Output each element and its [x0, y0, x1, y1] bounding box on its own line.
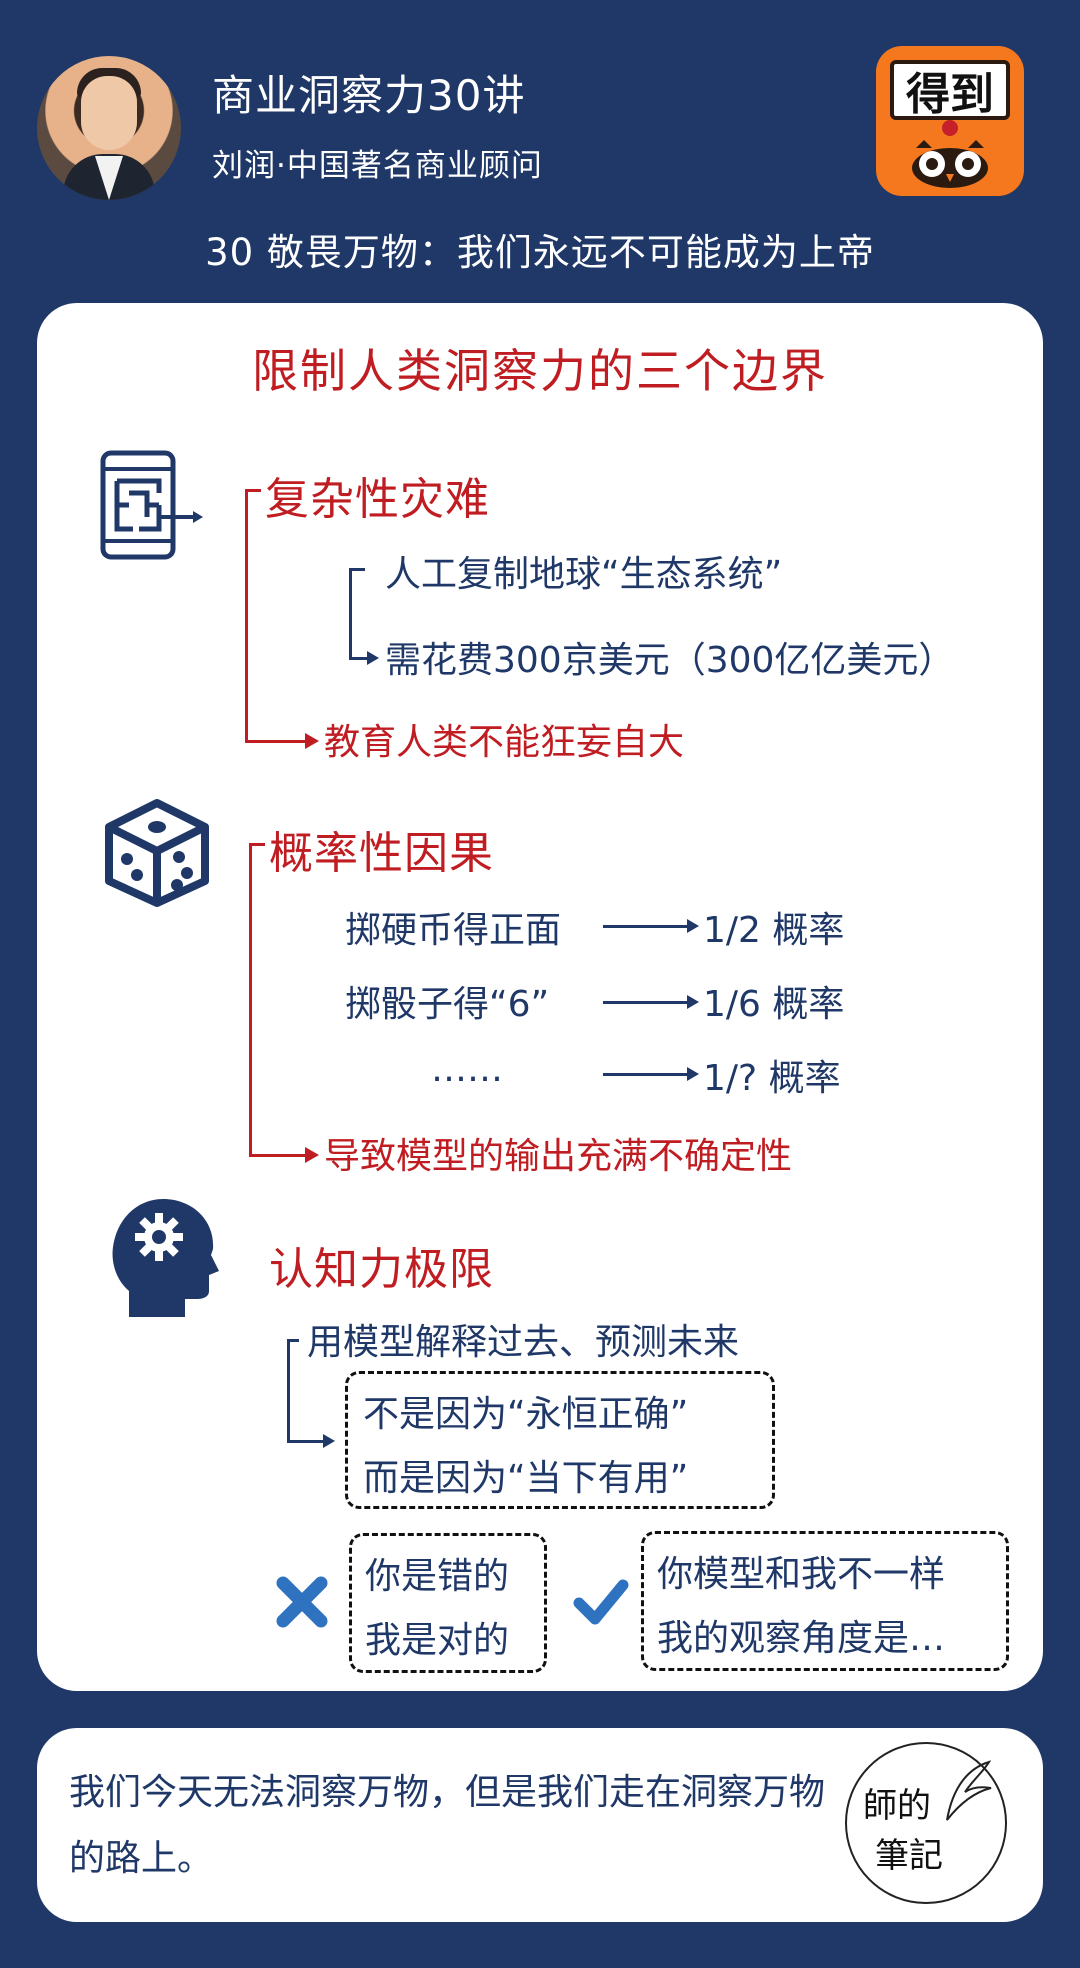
section2-row1-right: 1/2 概率 [703, 910, 845, 951]
brand-logo-text: 得到 [890, 60, 1010, 120]
wrong-line1: 你是错的 [365, 1556, 510, 1597]
brand-logo: 得到 [876, 46, 1024, 196]
section2-row2-right: 1/6 概率 [703, 984, 845, 1025]
notes-seal-logo: 師的 筆記 [845, 1742, 1007, 1904]
arrow-icon [305, 1147, 319, 1163]
section2-row3-left: …… [431, 1049, 503, 1090]
arrow-icon [305, 733, 319, 749]
section1-item1: 人工复制地球“生态系统” [385, 554, 783, 595]
section3-line1: 用模型解释过去、预测未来 [307, 1322, 740, 1363]
head-gear-icon [112, 1199, 219, 1317]
section2-row1-left: 掷硬币得正面 [345, 910, 562, 951]
footer-text: 我们今天无法洞察万物，但是我们走在洞察万物的路上。 [69, 1772, 826, 1879]
section3-box-line1: 不是因为“永恒正确” [363, 1394, 689, 1435]
cross-icon [276, 1576, 328, 1628]
maze-phone-icon [100, 450, 203, 560]
section3-box-line2: 而是因为“当下有用” [363, 1458, 689, 1499]
main-card: 限制人类洞察力的三个边界 复杂性灾难 人工复制地球“生态系统” 需花费300京美… [37, 303, 1043, 1691]
arrow-icon [687, 1067, 699, 1081]
section1-conclusion: 教育人类不能狂妄自大 [324, 722, 685, 763]
footer-card: 我们今天无法洞察万物，但是我们走在洞察万物的路上。 師的 筆記 [37, 1728, 1043, 1922]
seal-line1: 師的 [863, 1786, 931, 1826]
main-title: 限制人类洞察力的三个边界 [252, 344, 828, 398]
arrow-icon [323, 1434, 335, 1448]
section2-heading: 概率性因果 [269, 828, 494, 879]
course-title: 商业洞察力30讲 [212, 71, 526, 120]
section2-row2-left: 掷骰子得“6” [345, 984, 550, 1025]
wrong-line2: 我是对的 [365, 1620, 510, 1661]
owl-icon [912, 140, 988, 188]
right-line2: 我的观察角度是… [657, 1618, 946, 1659]
section1-heading: 复杂性灾难 [265, 474, 490, 525]
arrow-icon [367, 651, 379, 665]
right-line1: 你模型和我不一样 [657, 1554, 946, 1595]
arrow-icon [687, 919, 699, 933]
feather-icon [946, 1760, 992, 1821]
seal-line2: 筆記 [875, 1836, 943, 1876]
section2-row3-right: 1/? 概率 [703, 1058, 841, 1099]
section1-item2: 需花费300京美元（300亿亿美元） [385, 640, 955, 681]
author-avatar [37, 56, 181, 200]
check-icon [573, 1579, 629, 1625]
arrow-icon [687, 995, 699, 1009]
dice-icon [105, 799, 209, 907]
author-line: 刘润·中国著名商业顾问 [212, 148, 543, 184]
section2-conclusion: 导致模型的输出充满不确定性 [324, 1136, 793, 1177]
section3-heading: 认知力极限 [269, 1244, 494, 1295]
lesson-title: 30 敬畏万物：我们永远不可能成为上帝 [205, 231, 875, 274]
